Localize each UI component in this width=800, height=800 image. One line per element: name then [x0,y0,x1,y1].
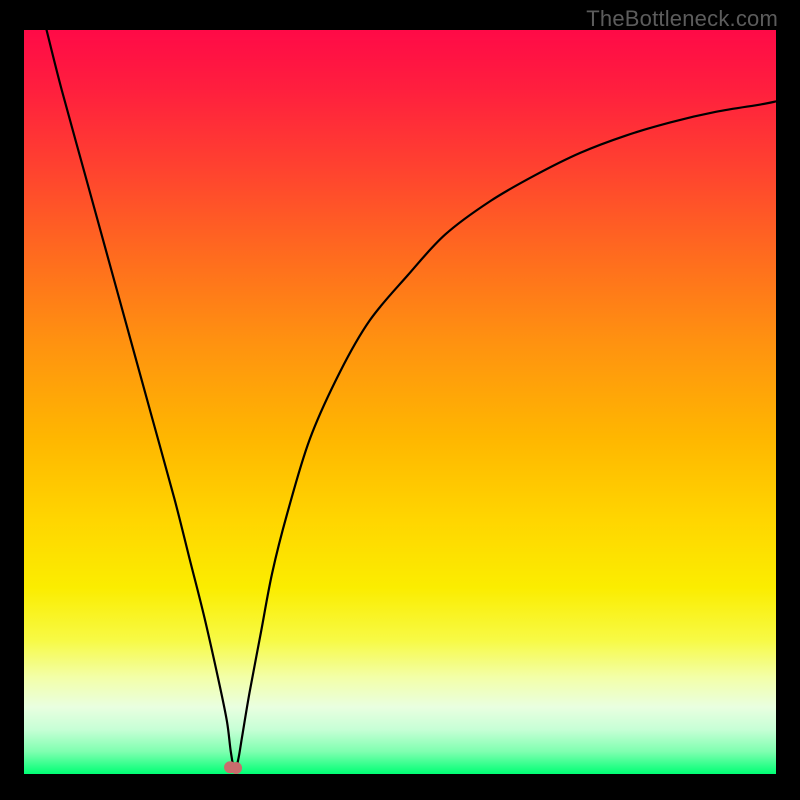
optimal-point-markers [224,761,242,774]
chart-plot-area [24,30,776,774]
watermark-text: TheBottleneck.com [586,6,778,32]
optimal-point-marker [230,762,242,774]
bottleneck-curve [47,30,776,770]
chart-svg [24,30,776,774]
